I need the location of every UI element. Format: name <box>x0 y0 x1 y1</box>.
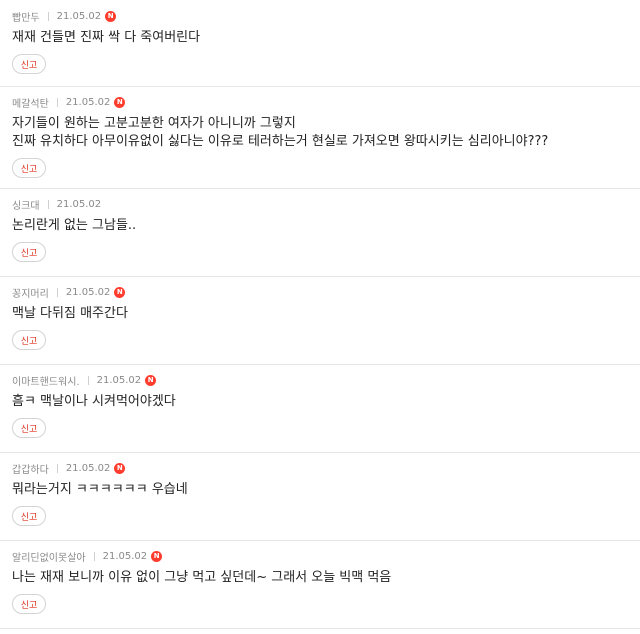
comment-text: 맥날 다뒤짐 매주간다 <box>12 305 628 323</box>
comment-meta: 갑갑하다 21.05.02 N <box>12 461 628 476</box>
comment-line: 뭐라는거지 ㅋㅋㅋㅋㅋㅋ 우습네 <box>12 482 188 497</box>
report-button[interactable]: 신고 <box>12 54 46 74</box>
comment-line: 논리란게 없는 그남들.. <box>12 218 137 233</box>
comment-date: 21.05.02 <box>102 550 148 562</box>
comment-date: 21.05.02 <box>56 198 102 210</box>
comment-meta: 꽁지머리 21.05.02 N <box>12 285 628 300</box>
comment-nickname[interactable]: 싱크대 <box>12 197 40 212</box>
comment-text: 재재 건들면 진짜 싹 다 죽여버린다 <box>12 29 628 47</box>
comment-item: 이마트핸드워시. 21.05.02 N 흠ㅋ 맥날이나 시켜먹어야겠다 신고 <box>0 365 640 453</box>
meta-divider <box>56 97 58 107</box>
new-badge-icon: N <box>105 10 117 22</box>
meta-divider <box>47 11 49 21</box>
comment-date: 21.05.02 <box>65 286 111 298</box>
report-button[interactable]: 신고 <box>12 506 46 526</box>
comment-line: 재재 건들면 진짜 싹 다 죽여버린다 <box>12 30 201 45</box>
comment-text: 흠ㅋ 맥날이나 시켜먹어야겠다 <box>12 393 628 411</box>
meta-divider <box>87 375 89 385</box>
comment-item: 알리딘없이못살아 21.05.02 N 나는 재재 보니까 이유 없이 그냥 먹… <box>0 541 640 629</box>
comment-meta: 빱만두 21.05.02 N <box>12 9 628 24</box>
comment-nickname[interactable]: 이마트핸드워시. <box>12 373 80 388</box>
comment-nickname[interactable]: 빱만두 <box>12 9 40 24</box>
comment-meta: 알리딘없이못살아 21.05.02 N <box>12 549 628 564</box>
comment-text: 나는 재재 보니까 이유 없이 그냥 먹고 싶던데~ 그래서 오늘 빅맥 먹음 <box>12 569 628 587</box>
report-button[interactable]: 신고 <box>12 594 46 614</box>
comment-item: 갑갑하다 21.05.02 N 뭐라는거지 ㅋㅋㅋㅋㅋㅋ 우습네 신고 <box>0 453 640 541</box>
comment-meta: 이마트핸드워시. 21.05.02 N <box>12 373 628 388</box>
comment-item: 빱만두 21.05.02 N 재재 건들면 진짜 싹 다 죽여버린다 신고 <box>0 0 640 87</box>
comment-nickname[interactable]: 메갈석탄 <box>12 95 49 110</box>
meta-divider <box>93 551 95 561</box>
new-badge-icon: N <box>145 374 157 386</box>
comment-text: 자기들이 원하는 고분고분한 여자가 아니니까 그렇지 진짜 유치하다 아무이유… <box>12 115 628 151</box>
comment-item: 싱크대 21.05.02 논리란게 없는 그남들.. 신고 <box>0 189 640 277</box>
comment-line: 흠ㅋ 맥날이나 시켜먹어야겠다 <box>12 394 176 409</box>
report-button[interactable]: 신고 <box>12 158 46 178</box>
comment-list: 빱만두 21.05.02 N 재재 건들면 진짜 싹 다 죽여버린다 신고 메갈… <box>0 0 640 629</box>
comment-line: 진짜 유치하다 아무이유없이 싫다는 이유로 테러하는거 현실로 가져오면 왕따… <box>12 134 549 149</box>
comment-text: 논리란게 없는 그남들.. <box>12 217 628 235</box>
comment-meta: 싱크대 21.05.02 <box>12 197 628 212</box>
comment-date: 21.05.02 <box>65 96 111 108</box>
comment-item: 메갈석탄 21.05.02 N 자기들이 원하는 고분고분한 여자가 아니니까 … <box>0 87 640 189</box>
report-button[interactable]: 신고 <box>12 242 46 262</box>
comment-nickname[interactable]: 갑갑하다 <box>12 461 49 476</box>
comment-nickname[interactable]: 알리딘없이못살아 <box>12 549 86 564</box>
comment-line: 자기들이 원하는 고분고분한 여자가 아니니까 그렇지 <box>12 116 296 131</box>
comment-nickname[interactable]: 꽁지머리 <box>12 285 49 300</box>
comment-item: 꽁지머리 21.05.02 N 맥날 다뒤짐 매주간다 신고 <box>0 277 640 365</box>
comment-date: 21.05.02 <box>96 374 142 386</box>
meta-divider <box>56 463 58 473</box>
report-button[interactable]: 신고 <box>12 418 46 438</box>
comment-line: 나는 재재 보니까 이유 없이 그냥 먹고 싶던데~ 그래서 오늘 빅맥 먹음 <box>12 570 392 585</box>
new-badge-icon: N <box>114 286 126 298</box>
comment-date: 21.05.02 <box>65 462 111 474</box>
meta-divider <box>47 199 49 209</box>
new-badge-icon: N <box>151 550 163 562</box>
comment-date: 21.05.02 <box>56 10 102 22</box>
comment-line: 맥날 다뒤짐 매주간다 <box>12 306 128 321</box>
meta-divider <box>56 287 58 297</box>
report-button[interactable]: 신고 <box>12 330 46 350</box>
new-badge-icon: N <box>114 96 126 108</box>
comment-meta: 메갈석탄 21.05.02 N <box>12 95 628 110</box>
comment-text: 뭐라는거지 ㅋㅋㅋㅋㅋㅋ 우습네 <box>12 481 628 499</box>
new-badge-icon: N <box>114 462 126 474</box>
